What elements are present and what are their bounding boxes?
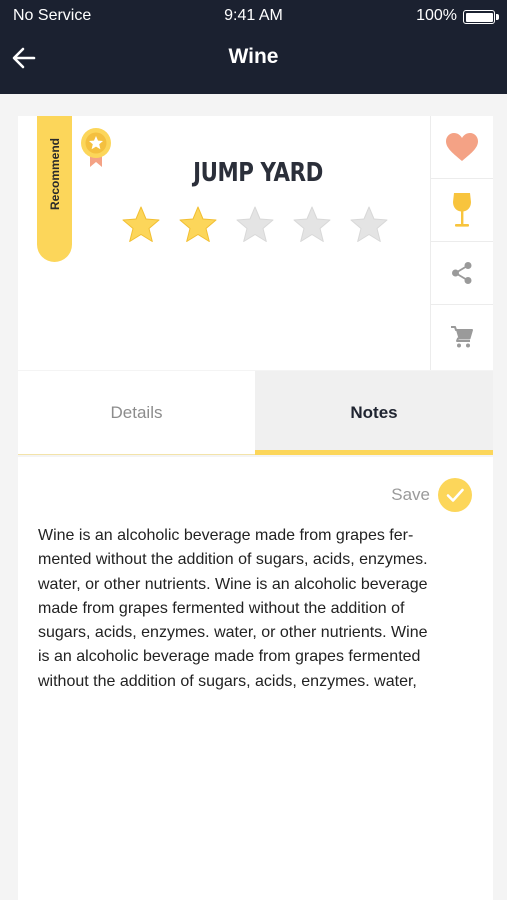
- check-icon: [446, 488, 464, 502]
- star-empty-icon[interactable]: [292, 205, 332, 245]
- tab-bar: Details Notes: [18, 371, 493, 455]
- favorite-button[interactable]: [431, 116, 493, 179]
- notes-line: water, or other nutrients. Wine is an al…: [38, 575, 428, 593]
- wine-glass-button[interactable]: [431, 179, 493, 242]
- tab-details[interactable]: Details: [18, 371, 255, 455]
- action-column: [430, 116, 493, 370]
- wine-glass-icon: [453, 193, 471, 227]
- product-card: Recommend JUMP YARD: [18, 116, 493, 370]
- share-icon: [452, 262, 472, 284]
- page-title: Wine: [228, 45, 279, 68]
- star-empty-icon[interactable]: [235, 205, 275, 245]
- star-filled-icon[interactable]: [178, 205, 218, 245]
- notes-line: made from grapes fermented without the a…: [38, 599, 405, 617]
- recommend-badge-label: Recommend: [47, 137, 62, 211]
- top-bar: No Service 9:41 AM 100% Wine: [0, 0, 507, 94]
- notes-line: sugars, acids, enzymes. water, or other …: [38, 624, 428, 642]
- notes-line: is an alcoholic beverage made from grape…: [38, 648, 421, 666]
- recommend-badge: Recommend: [37, 116, 72, 262]
- save-label[interactable]: Save: [391, 485, 430, 505]
- rating-stars[interactable]: [121, 205, 396, 245]
- star-empty-icon[interactable]: [349, 205, 389, 245]
- tab-notes[interactable]: Notes: [255, 371, 493, 455]
- heart-icon: [446, 133, 478, 161]
- notes-line: mented without the addition of sugars, a…: [38, 551, 428, 569]
- notes-line: Wine is an alcoholic beverage made from …: [38, 527, 414, 544]
- star-filled-icon[interactable]: [121, 205, 161, 245]
- medal-icon: [80, 127, 116, 171]
- active-tab-indicator: [255, 450, 493, 455]
- notes-panel: Save Wine is an alcoholic beverage made …: [18, 457, 493, 900]
- tab-divider: [18, 454, 255, 455]
- cart-button[interactable]: [431, 305, 493, 368]
- battery-icon: [463, 10, 499, 24]
- status-bar: No Service 9:41 AM 100%: [0, 0, 507, 34]
- notes-text-area[interactable]: Wine is an alcoholic beverage made from …: [38, 524, 473, 694]
- share-button[interactable]: [431, 242, 493, 305]
- wine-name: JUMP YARD: [193, 158, 323, 188]
- notes-line: without the addition of sugars, acids, e…: [38, 672, 417, 690]
- save-button[interactable]: [438, 478, 472, 512]
- battery-percent: 100%: [416, 7, 457, 24]
- cart-icon: [451, 325, 473, 347]
